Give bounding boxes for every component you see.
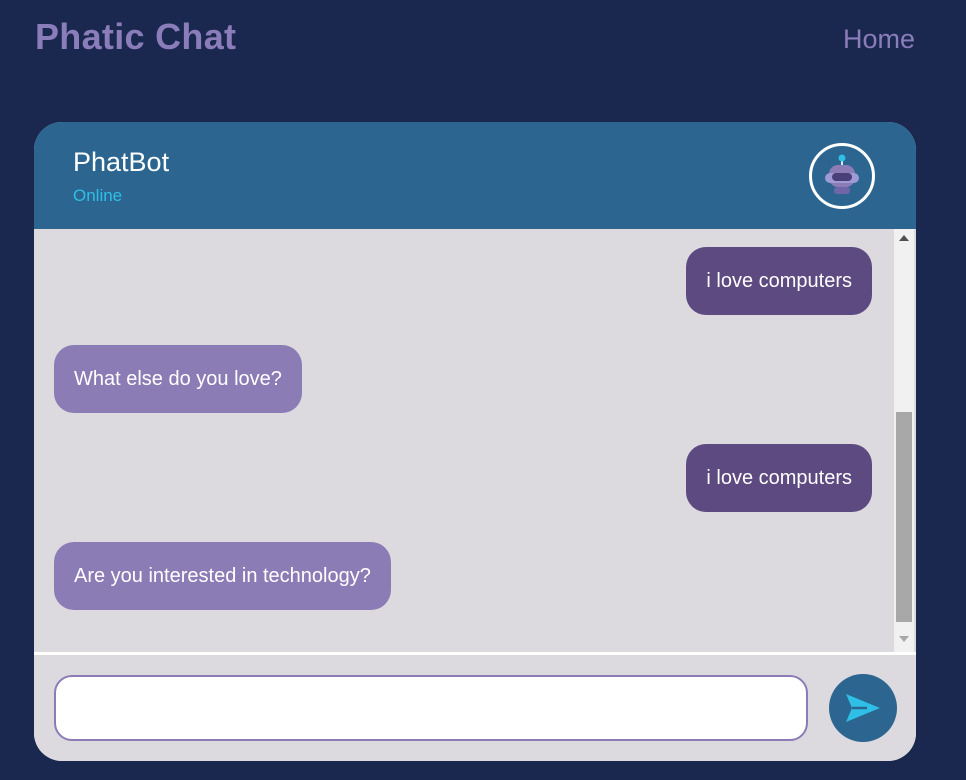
message-composer bbox=[34, 655, 916, 761]
send-icon bbox=[846, 694, 880, 722]
user-message: i love computers bbox=[686, 247, 872, 315]
scroll-up-arrow-icon[interactable] bbox=[899, 235, 909, 241]
message-list[interactable]: i love computers What else do you love? … bbox=[34, 229, 916, 652]
chat-window: PhatBot Online i love computers What els… bbox=[34, 122, 916, 761]
robot-icon bbox=[825, 154, 859, 194]
bot-avatar bbox=[809, 143, 875, 209]
message-input[interactable] bbox=[54, 675, 808, 741]
bot-status: Online bbox=[73, 186, 123, 205]
send-button[interactable] bbox=[829, 674, 897, 742]
nav-home-link[interactable]: Home bbox=[843, 24, 915, 55]
scroll-down-arrow-icon[interactable] bbox=[899, 636, 909, 642]
bot-message: Are you interested in technology? bbox=[54, 542, 391, 610]
bot-name: PhatBot bbox=[73, 147, 170, 177]
bot-message: What else do you love? bbox=[54, 345, 302, 413]
message-scrollbar[interactable] bbox=[894, 229, 914, 652]
chat-header: PhatBot Online bbox=[34, 122, 916, 229]
scrollbar-thumb[interactable] bbox=[896, 412, 912, 622]
app-title: Phatic Chat bbox=[35, 16, 237, 57]
user-message: i love computers bbox=[686, 444, 872, 512]
